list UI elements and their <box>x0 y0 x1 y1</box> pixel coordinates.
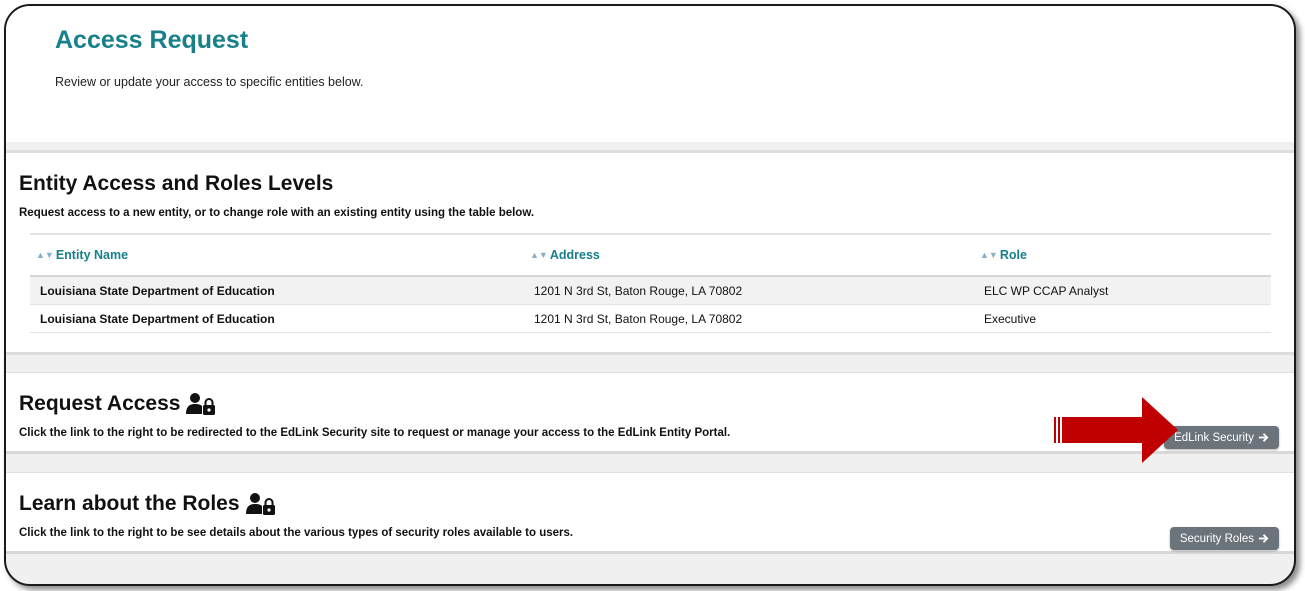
edlink-security-button[interactable]: EdLink Security <box>1164 426 1279 449</box>
entity-section-title-text: Entity Access and Roles Levels <box>19 172 334 195</box>
sort-icon: ▲▼ <box>980 250 998 260</box>
learn-section-title: Learn about the Roles <box>19 492 276 516</box>
entity-name-cell: Louisiana State Department of Education <box>30 276 524 305</box>
learn-section-title-text: Learn about the Roles <box>19 492 240 515</box>
role-cell: Executive <box>974 304 1271 333</box>
column-header-entity-name[interactable]: ▲▼ Entity Name <box>30 233 524 277</box>
page-subtitle: Review or update your access to specific… <box>55 75 364 89</box>
arrow-right-icon <box>1258 534 1269 543</box>
address-cell: 1201 N 3rd St, Baton Rouge, LA 70802 <box>524 276 974 305</box>
role-cell: ELC WP CCAP Analyst <box>974 276 1271 305</box>
user-lock-icon <box>186 393 216 415</box>
entity-section-title: Entity Access and Roles Levels <box>19 172 333 196</box>
entity-table: ▲▼ Entity Name ▲▼ Address ▲▼ Role Louisiana… <box>30 233 1271 333</box>
table-row: Louisiana State Department of Education … <box>30 276 1271 305</box>
table-row: Louisiana State Department of Education … <box>30 304 1271 333</box>
security-roles-button[interactable]: Security Roles <box>1169 527 1279 550</box>
learn-section-description: Click the link to the right to be see de… <box>19 527 574 539</box>
annotation-arrow-icon <box>1054 397 1178 463</box>
user-lock-icon <box>245 493 275 515</box>
column-header-address[interactable]: ▲▼ Address <box>524 233 974 277</box>
page-title: Access Request <box>55 26 249 54</box>
edlink-security-button-label: EdLink Security <box>1174 431 1254 444</box>
entity-section-description: Request access to a new entity, or to ch… <box>19 207 535 219</box>
header-panel: Access Request Review or update your acc… <box>6 6 1294 142</box>
sort-icon: ▲▼ <box>36 250 54 260</box>
request-section-title: Request Access <box>19 392 216 416</box>
address-cell: 1201 N 3rd St, Baton Rouge, LA 70802 <box>524 304 974 333</box>
sort-icon: ▲▼ <box>530 250 548 260</box>
entity-name-cell: Louisiana State Department of Education <box>30 304 524 333</box>
request-section-description: Click the link to the right to be redire… <box>19 427 731 439</box>
page-frame: Access Request Review or update your acc… <box>4 4 1296 586</box>
request-section-title-text: Request Access <box>19 392 181 415</box>
arrow-right-icon <box>1258 433 1269 442</box>
learn-roles-panel: Learn about the Roles Click the link to … <box>6 472 1294 554</box>
security-roles-button-label: Security Roles <box>1179 532 1254 545</box>
column-header-role[interactable]: ▲▼ Role <box>974 233 1271 277</box>
entity-access-panel: Entity Access and Roles Levels Request a… <box>6 150 1294 355</box>
table-header-row: ▲▼ Entity Name ▲▼ Address ▲▼ Role <box>30 233 1271 277</box>
